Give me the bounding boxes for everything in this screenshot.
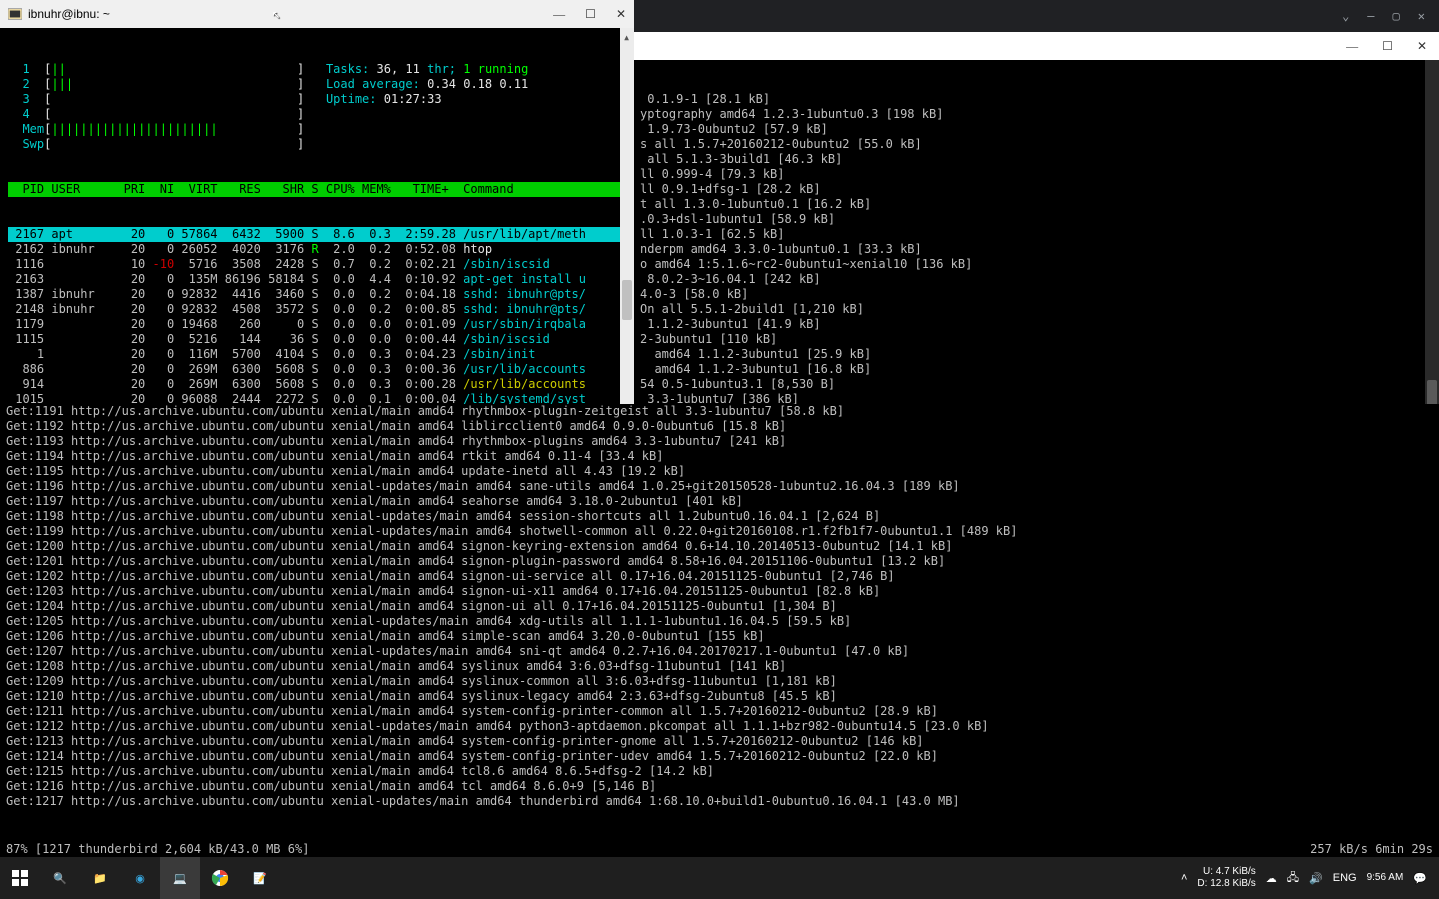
apt-line: Get:1214 http://us.archive.ubuntu.com/ub… [6,749,1433,764]
mouse-cursor: ↖ [272,6,280,22]
onedrive-icon[interactable]: ☁ [1266,872,1277,885]
apt-line: Get:1199 http://us.archive.ubuntu.com/ub… [6,524,1433,539]
apt-line: Get:1216 http://us.archive.ubuntu.com/ub… [6,779,1433,794]
terminal-line: 2-3ubuntu1 [110 kB] [640,332,1433,347]
terminal-line: all 5.1.3-3build1 [46.3 kB] [640,152,1433,167]
apt-line: Get:1206 http://us.archive.ubuntu.com/ub… [6,629,1433,644]
process-row[interactable]: 1115 20 0 5216 144 36 S 0.0 0.0 0:00.44 … [8,332,626,347]
process-row[interactable]: 2163 20 0 135M 86196 58184 S 0.0 4.4 0:1… [8,272,626,287]
apt-line: Get:1207 http://us.archive.ubuntu.com/ub… [6,644,1433,659]
system-tray: ˄ U: 4.7 KiB/s D: 12.8 KiB/s ☁ 🖧 🔊 ENG 9… [1181,866,1439,890]
terminal-line: ll 0.999-4 [79.3 kB] [640,167,1433,182]
file-explorer-icon[interactable]: 📁 [80,857,120,899]
maximize-button[interactable]: ☐ [1382,39,1393,54]
terminal-line: nderpm amd64 3.3.0-1ubuntu0.1 [33.3 kB] [640,242,1433,257]
chrome-icon[interactable] [200,857,240,899]
process-row[interactable]: 1387 ibnuhr 20 0 92832 4416 3460 S 0.0 0… [8,287,626,302]
tray-chevron-icon[interactable]: ˄ [1181,872,1187,884]
apt-line: Get:1201 http://us.archive.ubuntu.com/ub… [6,554,1433,569]
terminal-line: 1.9.73-0ubuntu2 [57.9 kB] [640,122,1433,137]
terminal-line: t all 1.3.0-1ubuntu0.1 [16.2 kB] [640,197,1433,212]
terminal-line: yptography amd64 1.2.3-1ubuntu0.3 [198 k… [640,107,1433,122]
apt-line: Get:1200 http://us.archive.ubuntu.com/ub… [6,539,1433,554]
apt-line: Get:1195 http://us.archive.ubuntu.com/ub… [6,464,1433,479]
process-row[interactable]: 1116 10 -10 5716 3508 2428 S 0.7 0.2 0:0… [8,257,626,272]
apt-line: Get:1217 http://us.archive.ubuntu.com/ub… [6,794,1433,809]
network-icon[interactable]: 🖧 [1287,869,1299,888]
apt-line: Get:1193 http://us.archive.ubuntu.com/ub… [6,434,1433,449]
notifications-icon[interactable]: 💬 [1413,872,1427,885]
process-row[interactable]: 2162 ibnuhr 20 0 26052 4020 3176 R 2.0 0… [8,242,626,257]
terminal-line: 0.1.9-1 [28.1 kB] [640,92,1433,107]
terminal-line: 8.0.2-3~16.04.1 [242 kB] [640,272,1433,287]
htop-header: PID USER PRI NI VIRT RES SHR S CPU% MEM%… [8,182,626,197]
apt-line: Get:1212 http://us.archive.ubuntu.com/ub… [6,719,1433,734]
volume-icon[interactable]: 🔊 [1309,872,1323,885]
putty-icon[interactable]: 💻 [160,857,200,899]
language-indicator[interactable]: ENG [1333,872,1357,884]
process-row[interactable]: 886 20 0 269M 6300 5608 S 0.0 0.3 0:00.3… [8,362,626,377]
apt-line: Get:1197 http://us.archive.ubuntu.com/ub… [6,494,1433,509]
terminal-line: .0.3+dsl-1ubuntu1 [58.9 kB] [640,212,1433,227]
window-controls: ⌄ — ▢ ✕ [1342,9,1439,23]
clock[interactable]: 9:56 AM [1367,872,1404,884]
minimize-button[interactable]: — [1346,39,1358,54]
apt-line: Get:1196 http://us.archive.ubuntu.com/ub… [6,479,1433,494]
network-stats: U: 4.7 KiB/s D: 12.8 KiB/s [1197,866,1255,890]
terminal-line: On all 5.5.1-2build1 [1,210 kB] [640,302,1433,317]
right-window-controls: — ☐ ✕ [634,32,1439,60]
window-title: ibnuhr@ibnu: ~ [28,7,110,21]
apt-status-line: 87% [1217 thunderbird 2,604 kB/43.0 MB 6… [0,842,1439,857]
terminal-line: ll 1.0.3-1 [62.5 kB] [640,227,1433,242]
close-button[interactable]: ✕ [1417,39,1427,54]
scroll-thumb[interactable] [622,280,632,320]
apt-line: Get:1213 http://us.archive.ubuntu.com/ub… [6,734,1433,749]
apt-line: Get:1208 http://us.archive.ubuntu.com/ub… [6,659,1433,674]
apt-line: Get:1211 http://us.archive.ubuntu.com/ub… [6,704,1433,719]
apt-line: Get:1205 http://us.archive.ubuntu.com/ub… [6,614,1433,629]
apt-line: Get:1203 http://us.archive.ubuntu.com/ub… [6,584,1433,599]
apt-speed: 257 kB/s 6min 29s [1310,842,1433,856]
apt-line: Get:1194 http://us.archive.ubuntu.com/ub… [6,449,1433,464]
close-button[interactable]: ✕ [1418,9,1425,23]
maximize-button[interactable]: ▢ [1393,9,1400,23]
process-row[interactable]: 1 20 0 116M 5700 4104 S 0.0 0.3 0:04.23 … [8,347,626,362]
apt-line: Get:1210 http://us.archive.ubuntu.com/ub… [6,689,1433,704]
titlebar[interactable]: ibnuhr@ibnu: ~ — ☐ ✕ [0,0,634,28]
maximize-button[interactable]: ☐ [585,7,596,22]
terminal-line: 4.0-3 [58.0 kB] [640,287,1433,302]
minimize-button[interactable]: — [553,7,565,22]
process-row[interactable]: 1179 20 0 19468 260 0 S 0.0 0.0 0:01.09 … [8,317,626,332]
process-row[interactable]: 2148 ibnuhr 20 0 92832 4508 3572 S 0.0 0… [8,302,626,317]
apt-line: Get:1198 http://us.archive.ubuntu.com/ub… [6,509,1433,524]
minimize-button[interactable]: — [1367,9,1374,23]
process-row-selected[interactable]: 2167 apt 20 0 57864 6432 5900 S 8.6 0.3 … [8,227,626,242]
terminal-line: amd64 1.1.2-3ubuntu1 [25.9 kB] [640,347,1433,362]
terminal-line: 54 0.5-1ubuntu3.1 [8,530 B] [640,377,1433,392]
notepad-icon[interactable]: 📝 [240,857,280,899]
apt-output[interactable]: Get:1191 http://us.archive.ubuntu.com/ub… [0,404,1439,857]
apt-line: Get:1204 http://us.archive.ubuntu.com/ub… [6,599,1433,614]
windows-taskbar[interactable]: 🔍 📁 ◉ 💻 📝 ˄ U: 4.7 KiB/s D: 12.8 KiB/s ☁… [0,857,1439,899]
apt-line: Get:1191 http://us.archive.ubuntu.com/ub… [6,404,1433,419]
terminal-line: amd64 1.1.2-3ubuntu1 [16.8 kB] [640,362,1433,377]
search-button[interactable]: 🔍 [40,857,80,899]
terminal-line: 1.1.2-3ubuntu1 [41.9 kB] [640,317,1433,332]
chevron-down-icon[interactable]: ⌄ [1342,9,1349,23]
close-button[interactable]: ✕ [616,7,626,22]
apt-progress: 87% [1217 thunderbird 2,604 kB/43.0 MB 6… [6,842,309,857]
terminal-line: ll 0.9.1+dfsg-1 [28.2 kB] [640,182,1433,197]
apt-line: Get:1192 http://us.archive.ubuntu.com/ub… [6,419,1433,434]
terminal-line: o amd64 1:5.1.6~rc2-0ubuntu1~xenial10 [1… [640,257,1433,272]
process-row[interactable]: 914 20 0 269M 6300 5608 S 0.0 0.3 0:00.2… [8,377,626,392]
apt-line: Get:1215 http://us.archive.ubuntu.com/ub… [6,764,1433,779]
apt-line: Get:1202 http://us.archive.ubuntu.com/ub… [6,569,1433,584]
window-controls: — ☐ ✕ [553,7,626,22]
apt-line: Get:1209 http://us.archive.ubuntu.com/ub… [6,674,1433,689]
start-button[interactable] [0,857,40,899]
putty-icon [8,7,22,21]
terminal-line: s all 1.5.7+20160212-0ubuntu2 [55.0 kB] [640,137,1433,152]
edge-icon[interactable]: ◉ [120,857,160,899]
